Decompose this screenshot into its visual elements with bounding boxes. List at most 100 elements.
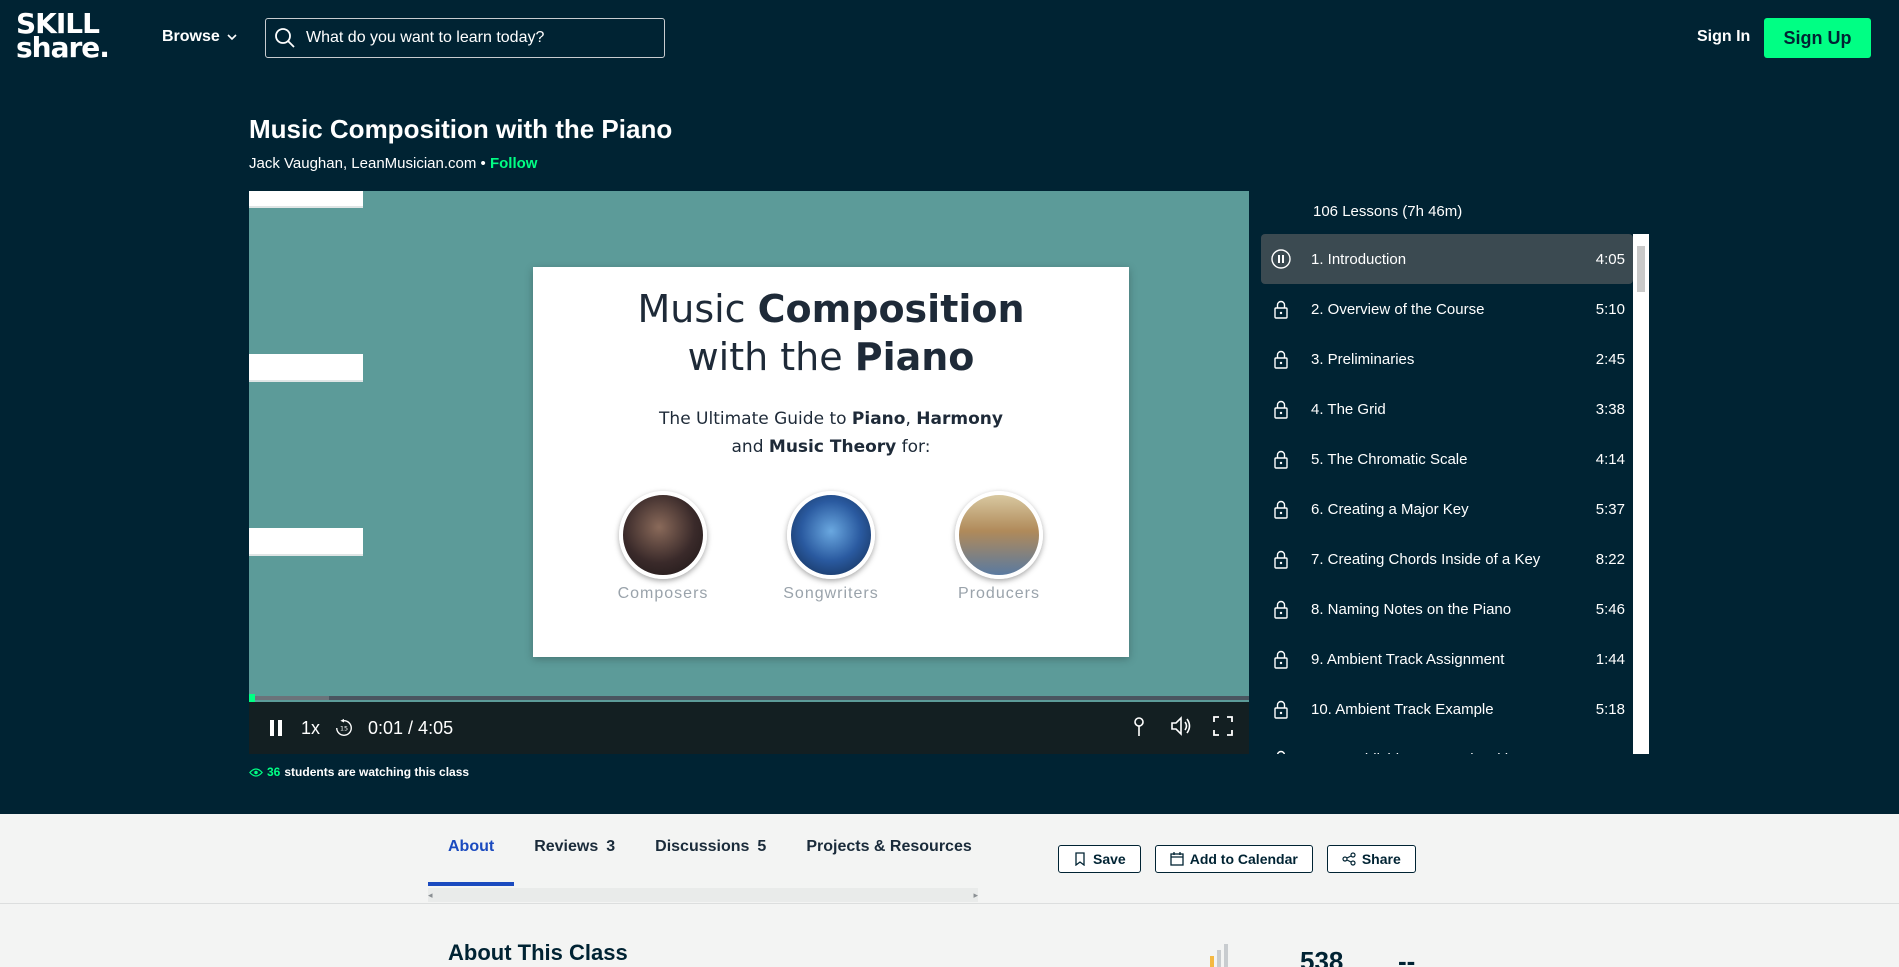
browse-menu[interactable]: Browse — [162, 28, 238, 46]
fullscreen-icon[interactable] — [1211, 714, 1235, 738]
save-button[interactable]: Save — [1058, 845, 1141, 873]
slide-subtitle: The Ultimate Guide to Piano, Harmony and… — [533, 405, 1129, 461]
rewind-15-icon[interactable]: 15 — [334, 718, 354, 738]
volume-icon[interactable] — [1169, 714, 1193, 738]
tab-discussions[interactable]: Discussions 5 — [635, 814, 786, 886]
lesson-duration: 5:46 — [1595, 600, 1625, 618]
scroll-left-arrow[interactable]: ◂ — [428, 890, 433, 901]
composer-photo — [619, 491, 707, 579]
search-bar[interactable] — [265, 18, 665, 58]
lesson-item[interactable]: 2. Overview of the Course 5:10 — [1261, 284, 1633, 334]
logo-line2: share. — [16, 31, 110, 64]
lesson-name: 6. Creating a Major Key — [1311, 500, 1469, 518]
lesson-item[interactable]: 10. Ambient Track Example 5:18 — [1261, 684, 1633, 734]
lesson-name: 11. Establishing "Control" With Key — [1311, 751, 1543, 755]
slide-sub-text: The Ultimate Guide to — [659, 409, 852, 429]
tab-about[interactable]: About — [428, 814, 515, 886]
slide-title-text: Music — [637, 287, 758, 331]
sign-up-button[interactable]: Sign Up — [1764, 18, 1871, 58]
lesson-item[interactable]: 8. Naming Notes on the Piano 5:46 — [1261, 584, 1633, 634]
scrollbar-thumb[interactable] — [1637, 246, 1645, 292]
scroll-right-arrow[interactable]: ▸ — [973, 890, 978, 901]
skillshare-logo[interactable]: SKILL share. — [16, 10, 110, 64]
author-name[interactable]: Jack Vaughan, LeanMusician.com — [249, 155, 476, 172]
lesson-item[interactable]: 9. Ambient Track Assignment 1:44 — [1261, 634, 1633, 684]
lesson-item[interactable]: 4. The Grid 3:38 — [1261, 384, 1633, 434]
video-progress-fill[interactable] — [249, 694, 255, 702]
audience-composers: Composers — [615, 491, 711, 603]
lesson-item[interactable]: 11. Establishing "Control" With Key 2:59 — [1261, 734, 1633, 754]
lock-icon — [1274, 350, 1288, 369]
tab-reviews[interactable]: Reviews 3 — [514, 814, 635, 886]
share-icon — [1342, 852, 1356, 866]
lesson-name: 1. Introduction — [1311, 250, 1407, 268]
bar-chart-icon — [1210, 944, 1228, 967]
songwriter-photo — [787, 491, 875, 579]
lesson-item[interactable]: 7. Creating Chords Inside of a Key 8:22 — [1261, 534, 1633, 584]
lock-icon — [1274, 450, 1288, 469]
lesson-name: 2. Overview of the Course — [1311, 300, 1485, 318]
slide-sub-bold: Music Theory — [768, 437, 897, 457]
lock-icon — [1274, 500, 1288, 519]
eye-icon — [249, 767, 263, 777]
lesson-list-scrollbar[interactable] — [1633, 234, 1649, 754]
tab-label: Projects & Resources — [806, 838, 972, 855]
lesson-duration: 4:05 — [1595, 250, 1625, 268]
section-divider — [0, 903, 1899, 904]
video-progress-track[interactable] — [249, 696, 1249, 700]
slide-decoration-bar — [249, 354, 363, 382]
lock-icon — [1274, 600, 1288, 619]
lesson-name: 7. Creating Chords Inside of a Key — [1311, 550, 1541, 568]
slide-title-bold: Composition — [757, 287, 1025, 331]
lock-icon — [1274, 700, 1288, 719]
audience-label: Composers — [617, 585, 709, 602]
chevron-down-icon — [227, 34, 237, 41]
browse-label: Browse — [162, 28, 220, 45]
pause-icon[interactable] — [267, 718, 287, 738]
share-label: Share — [1361, 851, 1401, 867]
lesson-duration: 5:10 — [1595, 300, 1625, 318]
lesson-duration: 5:37 — [1595, 500, 1625, 518]
tab-projects-resources[interactable]: Projects & Resources — [786, 814, 991, 886]
follow-button[interactable]: Follow — [490, 155, 538, 172]
slide-audience: Composers Songwriters Producers — [533, 491, 1129, 603]
playback-speed[interactable]: 1x — [301, 718, 320, 739]
lesson-item[interactable]: 3. Preliminaries 2:45 — [1261, 334, 1633, 384]
lesson-name: 9. Ambient Track Assignment — [1311, 650, 1505, 668]
video-buffer-bar — [249, 696, 329, 700]
search-input[interactable] — [306, 29, 646, 47]
video-player[interactable]: Music Composition with the Piano The Ult… — [249, 191, 1249, 754]
watching-count: 36 — [267, 765, 281, 779]
pin-icon[interactable] — [1127, 714, 1151, 738]
audience-label: Producers — [958, 585, 1040, 602]
lesson-list[interactable]: 1. Introduction 4:05 2. Overview of the Co… — [1261, 234, 1649, 754]
video-slide: Music Composition with the Piano The Ult… — [533, 267, 1129, 657]
slide-title: Music Composition with the Piano — [533, 285, 1129, 381]
add-to-calendar-button[interactable]: Add to Calendar — [1154, 845, 1313, 873]
tabs-scrollbar[interactable]: ◂ ▸ — [428, 888, 978, 902]
class-tabs: About Reviews 3 Discussions 5 Projects & Reso… — [428, 814, 992, 886]
lesson-item[interactable]: 5. The Chromatic Scale 4:14 — [1261, 434, 1633, 484]
lesson-name: 10. Ambient Track Example — [1311, 700, 1494, 718]
sign-in-link[interactable]: Sign In — [1697, 28, 1750, 46]
lesson-item[interactable]: 1. Introduction 4:05 — [1261, 234, 1633, 284]
lock-icon — [1274, 650, 1288, 669]
lesson-duration: 8:22 — [1595, 550, 1625, 568]
lesson-item[interactable]: 6. Creating a Major Key 5:37 — [1261, 484, 1633, 534]
slide-sub-text: for: — [896, 437, 931, 457]
search-icon — [275, 28, 295, 48]
calendar-label: Add to Calendar — [1189, 851, 1298, 867]
stat-value: 538 — [1300, 946, 1344, 967]
slide-title-text: with the — [687, 335, 855, 379]
stat-value: -- — [1398, 946, 1416, 967]
tab-label: About — [448, 838, 495, 855]
class-details: About Reviews 3 Discussions 5 Projects & Reso… — [0, 814, 1899, 967]
share-button[interactable]: Share — [1326, 845, 1416, 873]
watching-text: students are watching this class — [284, 765, 470, 779]
pause-icon — [1271, 249, 1291, 269]
video-controls: 1x 15 0:01 / 4:05 — [249, 702, 1249, 754]
lesson-name: 5. The Chromatic Scale — [1311, 450, 1468, 468]
lesson-duration: 1:44 — [1595, 650, 1625, 668]
lesson-name: 3. Preliminaries — [1311, 350, 1415, 368]
video-time: 0:01 / 4:05 — [368, 717, 454, 738]
